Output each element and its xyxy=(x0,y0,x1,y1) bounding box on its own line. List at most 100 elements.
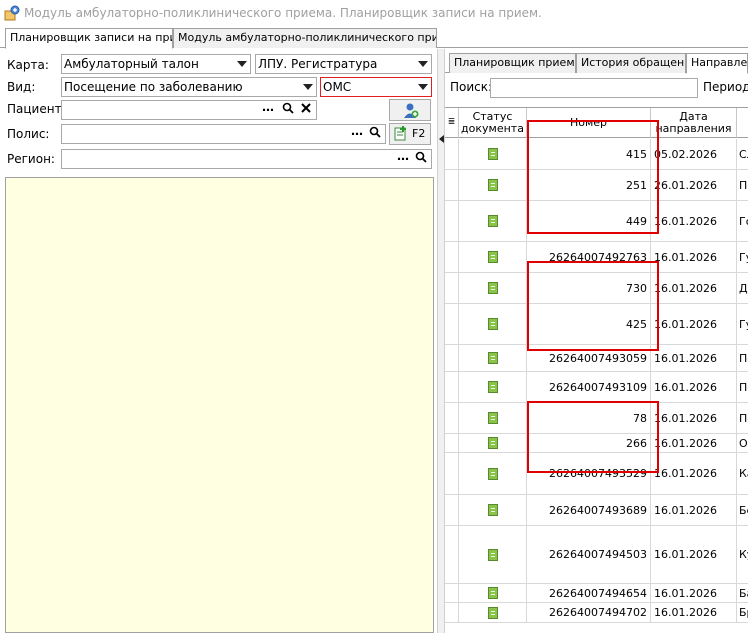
table-row[interactable]: 2626400749368916.01.2026Бе xyxy=(445,495,748,526)
table-row[interactable]: 2626400749465416.01.2026Ба xyxy=(445,584,748,603)
highlight-box xyxy=(527,120,659,234)
tab-outpatient-module[interactable]: Модуль амбулаторно-поликлинического прие… xyxy=(173,28,437,48)
status-cell xyxy=(459,273,527,303)
row-indicator xyxy=(445,273,459,303)
row-indicator xyxy=(445,139,459,169)
header-date[interactable]: Дата направления xyxy=(651,108,737,138)
status-cell xyxy=(459,242,527,272)
date-cell: 26.01.2026 xyxy=(651,170,737,200)
patient-input[interactable]: ⋯ xyxy=(61,100,317,120)
document-icon xyxy=(487,215,498,227)
date-cell: 16.01.2026 xyxy=(651,201,737,241)
karta-label: Карта: xyxy=(7,58,49,72)
row-indicator xyxy=(445,304,459,344)
extra-cell: По xyxy=(739,411,748,425)
extra-cell: Ку xyxy=(739,548,748,561)
vid-select[interactable]: Посещение по заболеванию xyxy=(61,77,317,97)
lpu-value: ЛПУ. Регистратура xyxy=(258,57,378,71)
date-cell: 16.01.2026 xyxy=(651,495,737,525)
highlight-box xyxy=(527,401,659,473)
extra-cell: Ка xyxy=(739,467,748,480)
ellipsis-icon[interactable]: ⋯ xyxy=(395,151,411,167)
period-label: Период xyxy=(703,80,748,94)
row-indicator xyxy=(445,584,459,602)
polis-label: Полис: xyxy=(7,127,50,141)
row-indicator xyxy=(445,242,459,272)
panel-splitter[interactable] xyxy=(437,49,445,633)
document-icon xyxy=(487,251,498,263)
oms-select[interactable]: ОМС xyxy=(320,77,432,97)
row-indicator xyxy=(445,403,459,433)
chevron-down-icon xyxy=(418,61,428,67)
extra-cell: Сл xyxy=(739,147,748,161)
close-icon[interactable] xyxy=(298,102,314,118)
vid-value: Посещение по заболеванию xyxy=(64,80,243,94)
patient-label: Пациент: xyxy=(7,102,66,116)
title-bar: Модуль амбулаторно-поликлинического прие… xyxy=(0,0,748,26)
f2-label: F2 xyxy=(412,127,426,140)
add-patient-button[interactable] xyxy=(389,99,431,121)
document-add-icon xyxy=(393,126,409,145)
table-row[interactable]: 2626400749310916.01.2026По xyxy=(445,372,748,403)
row-indicator xyxy=(445,603,459,622)
tab-visit-history[interactable]: История обращения xyxy=(576,53,686,73)
header-extra[interactable] xyxy=(737,108,748,138)
date-cell: 16.01.2026 xyxy=(651,372,737,402)
collapse-left-icon[interactable] xyxy=(439,135,444,143)
row-indicator xyxy=(445,372,459,402)
row-indicator xyxy=(445,170,459,200)
region-input[interactable]: ⋯ xyxy=(61,149,432,169)
document-icon xyxy=(487,179,498,191)
document-icon xyxy=(487,437,498,449)
chevron-down-icon xyxy=(418,84,428,90)
search-label: Поиск: xyxy=(450,80,493,94)
right-panel: Планировщик приемов История обращения На… xyxy=(445,49,748,633)
column-chooser-icon: ≣ xyxy=(447,117,456,127)
extra-cell: Бр xyxy=(739,606,748,619)
row-indicator xyxy=(445,201,459,241)
tab-appointment-planner[interactable]: Планировщик приемов xyxy=(449,53,576,73)
sub-tabs: Планировщик приемов История обращения На… xyxy=(445,53,748,74)
ellipsis-icon[interactable]: ⋯ xyxy=(260,102,276,118)
app-icon xyxy=(4,5,20,21)
search-icon[interactable] xyxy=(367,126,383,142)
status-cell xyxy=(459,345,527,371)
table-row[interactable]: 2626400749470216.01.2026Бр xyxy=(445,603,748,623)
extra-cell: Ба xyxy=(739,586,748,600)
number-cell: 26264007494702 xyxy=(527,603,651,622)
search-icon[interactable] xyxy=(413,151,429,167)
row-indicator xyxy=(445,453,459,494)
tab-scheduler[interactable]: Планировщик записи на прием xyxy=(5,28,173,49)
chevron-down-icon xyxy=(237,61,247,67)
status-cell xyxy=(459,495,527,525)
polis-input[interactable]: ⋯ xyxy=(61,124,386,144)
number-cell: 26264007493109 xyxy=(527,372,651,402)
status-cell xyxy=(459,304,527,344)
search-icon[interactable] xyxy=(280,102,296,118)
user-add-icon xyxy=(402,102,420,123)
lpu-select[interactable]: ЛПУ. Регистратура xyxy=(255,54,432,74)
main-tabs: Планировщик записи на прием Модуль амбул… xyxy=(0,28,748,49)
number-cell: 26264007493689 xyxy=(527,495,651,525)
column-chooser-button[interactable]: ≣ xyxy=(445,108,459,138)
f2-button[interactable]: F2 xyxy=(389,123,431,145)
status-cell xyxy=(459,603,527,622)
extra-cell: Го xyxy=(739,214,748,228)
extra-cell: Гу xyxy=(739,317,748,331)
table-row[interactable]: 2626400749450316.01.2026Ку xyxy=(445,526,748,584)
extra-cell: Гу xyxy=(739,250,748,264)
status-cell xyxy=(459,434,527,452)
vid-label: Вид: xyxy=(7,80,36,94)
search-input[interactable] xyxy=(490,78,698,98)
row-indicator xyxy=(445,345,459,371)
date-cell: 05.02.2026 xyxy=(651,139,737,169)
patient-info-area xyxy=(5,177,434,633)
ellipsis-icon[interactable]: ⋯ xyxy=(349,126,365,142)
date-cell: 16.01.2026 xyxy=(651,526,737,583)
left-panel: Карта: Амбулаторный талон ЛПУ. Регистрат… xyxy=(0,49,437,633)
header-status[interactable]: Статус документа xyxy=(459,108,527,138)
tab-referrals[interactable]: Направлени xyxy=(686,53,748,74)
karta-select[interactable]: Амбулаторный талон xyxy=(61,54,251,74)
date-cell: 16.01.2026 xyxy=(651,242,737,272)
extra-cell: Де xyxy=(739,281,748,295)
